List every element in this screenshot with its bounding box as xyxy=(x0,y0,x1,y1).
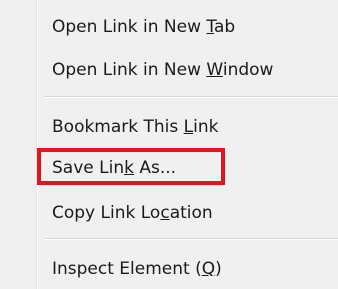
menu-item-label: ab xyxy=(214,17,236,37)
accelerator-key: W xyxy=(206,60,223,80)
menu-item-label: Open Link in New xyxy=(52,17,207,37)
accelerator-key: T xyxy=(206,17,214,37)
accelerator-key: c xyxy=(160,203,170,223)
menu-item-label: ation xyxy=(169,203,213,223)
menu-item-label: Open Link in New xyxy=(52,60,207,80)
highlight-annotation-box xyxy=(37,148,225,185)
menu-item-label: Bookmark This xyxy=(52,117,184,137)
menu-separator xyxy=(44,238,338,240)
menu-item-label: Inspect Element ( xyxy=(52,259,202,279)
menu-item-label: Copy Link Lo xyxy=(52,203,161,223)
accelerator-key: L xyxy=(183,117,194,137)
icon-gutter-divider xyxy=(36,0,38,289)
menu-item-label: ) xyxy=(215,259,222,279)
accelerator-key: Q xyxy=(201,259,216,279)
menu-item-copy-link-location[interactable]: Copy Link Location xyxy=(52,198,213,228)
menu-item-label: ink xyxy=(193,117,219,137)
menu-separator xyxy=(44,96,338,98)
menu-item-open-link-new-tab[interactable]: Open Link in New Tab xyxy=(52,12,235,42)
menu-item-label: indow xyxy=(222,60,274,80)
context-menu: Open Link in New Tab Open Link in New Wi… xyxy=(0,0,338,289)
menu-item-bookmark-link[interactable]: Bookmark This Link xyxy=(52,112,219,142)
menu-item-open-link-new-window[interactable]: Open Link in New Window xyxy=(52,55,273,85)
menu-item-inspect-element[interactable]: Inspect Element (Q) xyxy=(52,254,222,284)
